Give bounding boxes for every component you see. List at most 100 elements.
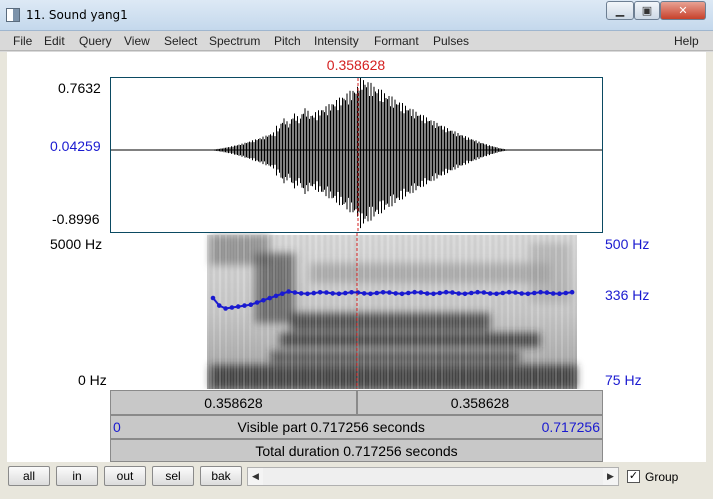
maximize-icon: ▣ (641, 5, 653, 17)
pitch-point (475, 289, 480, 295)
menu-bar: File Edit Query View Select Spectrum Pit… (0, 31, 713, 51)
pitch-point (254, 300, 260, 305)
left-segment-duration: 0.358628 (204, 394, 263, 411)
pitch-point (513, 290, 518, 295)
pitch-point (387, 290, 392, 295)
pitch-point (399, 291, 405, 297)
menu-help[interactable]: Help (674, 34, 699, 48)
pitch-point (469, 290, 474, 296)
total-duration-bar[interactable]: Total duration 0.717256 seconds (110, 439, 603, 462)
pitch-point (311, 290, 317, 296)
pitch-point (412, 289, 417, 295)
pitch-point (450, 290, 455, 295)
visible-part-label: Visible part 0.717256 seconds (237, 419, 425, 435)
pitch-point (481, 290, 487, 295)
pitch-point (525, 291, 531, 297)
menu-query[interactable]: Query (79, 34, 112, 48)
minimize-button[interactable]: ▁ (606, 1, 634, 20)
right-segment-duration: 0.358628 (450, 394, 510, 411)
zoom-in-button[interactable]: in (56, 466, 98, 486)
close-button[interactable]: ✕ (660, 1, 706, 20)
pitch-point (443, 289, 449, 295)
pitch-point (506, 289, 512, 295)
pitch-point (286, 289, 291, 294)
pitch-point (261, 298, 266, 303)
pitch-point (292, 290, 298, 295)
pitch-point (563, 290, 569, 296)
menu-intensity[interactable]: Intensity (314, 34, 359, 48)
close-icon: ✕ (678, 5, 688, 17)
title-bar: 11. Sound yang1 ▁ ▣ ✕ (0, 0, 713, 31)
pitch-point (374, 290, 380, 296)
waveform-cursor-value: 0.04259 (50, 138, 101, 154)
pitch-point (550, 291, 556, 296)
zoom-out-button[interactable]: out (104, 466, 146, 486)
pitch-point (235, 304, 241, 309)
pitch-point (557, 291, 562, 296)
zoom-all-button[interactable]: all (8, 466, 50, 486)
pitch-point (393, 291, 399, 296)
pitch-point (494, 291, 499, 297)
waveform-max-label: 0.7632 (58, 80, 101, 96)
menu-spectrum[interactable]: Spectrum (209, 34, 260, 48)
pitch-point (368, 291, 373, 297)
pitch-point (569, 289, 575, 295)
pitch-point (330, 291, 335, 296)
pitch-point (418, 290, 424, 295)
cursor-time-label: 0.358628 (326, 57, 386, 73)
left-segment-bar[interactable]: 0.358628 (110, 390, 357, 415)
pitch-point (217, 303, 222, 308)
pitch-point (500, 290, 506, 296)
pitch-point (324, 290, 329, 295)
menu-file[interactable]: File (13, 34, 32, 48)
scroll-right-icon[interactable]: ▶ (603, 468, 618, 485)
pitch-point (437, 290, 443, 296)
pitch-bottom-label: 75 Hz (605, 372, 642, 388)
right-segment-bar[interactable]: 0.358628 (357, 390, 603, 415)
pitch-point (532, 290, 537, 296)
spectrogram-svg (207, 233, 577, 389)
visible-part-bar[interactable]: 0 Visible part 0.717256 seconds 0.717256 (110, 415, 603, 439)
pitch-point (361, 291, 367, 296)
pitch-point (349, 290, 354, 295)
total-duration-label: Total duration 0.717256 seconds (255, 442, 458, 459)
bottom-toolbar: all in out sel bak ◀ ▶ ✓ Group (0, 462, 713, 499)
pitch-point (343, 290, 348, 296)
horizontal-scrollbar[interactable]: ◀ ▶ (247, 467, 619, 486)
pitch-top-label: 500 Hz (605, 236, 650, 252)
pitch-point (223, 306, 228, 311)
pitch-point (462, 291, 468, 297)
visible-end-time: 0.717256 (541, 419, 600, 435)
maximize-button[interactable]: ▣ (634, 1, 660, 20)
menu-view[interactable]: View (124, 34, 150, 48)
pitch-point (406, 290, 411, 296)
spectrogram-bottom-label: 0 Hz (78, 372, 107, 388)
menu-select[interactable]: Select (164, 34, 197, 48)
zoom-back-button[interactable]: bak (200, 466, 242, 486)
waveform-panel[interactable] (110, 77, 603, 233)
pitch-point (280, 291, 285, 296)
spectrogram-panel[interactable] (110, 233, 603, 389)
menu-edit[interactable]: Edit (44, 34, 65, 48)
pitch-point (229, 305, 235, 310)
pitch-point (487, 291, 493, 296)
group-checkbox[interactable]: ✓ (627, 470, 640, 483)
pitch-point (267, 295, 272, 301)
menu-pulses[interactable]: Pulses (433, 34, 469, 48)
visible-start-time: 0 (113, 419, 121, 435)
pitch-point (210, 295, 216, 301)
pitch-point (519, 291, 524, 296)
pitch-point (248, 302, 254, 307)
pitch-point (305, 291, 310, 297)
pitch-point (431, 291, 436, 297)
pitch-point (336, 291, 342, 297)
pitch-current-label: 336 Hz (605, 287, 650, 303)
scroll-left-icon[interactable]: ◀ (248, 468, 263, 485)
sound-window-icon (6, 8, 20, 22)
pitch-point (298, 291, 304, 296)
menu-formant[interactable]: Formant (374, 34, 419, 48)
zoom-selection-button[interactable]: sel (152, 466, 194, 486)
pitch-point (317, 290, 323, 295)
spectrogram-top-label: 5000 Hz (50, 236, 103, 252)
menu-pitch[interactable]: Pitch (274, 34, 301, 48)
